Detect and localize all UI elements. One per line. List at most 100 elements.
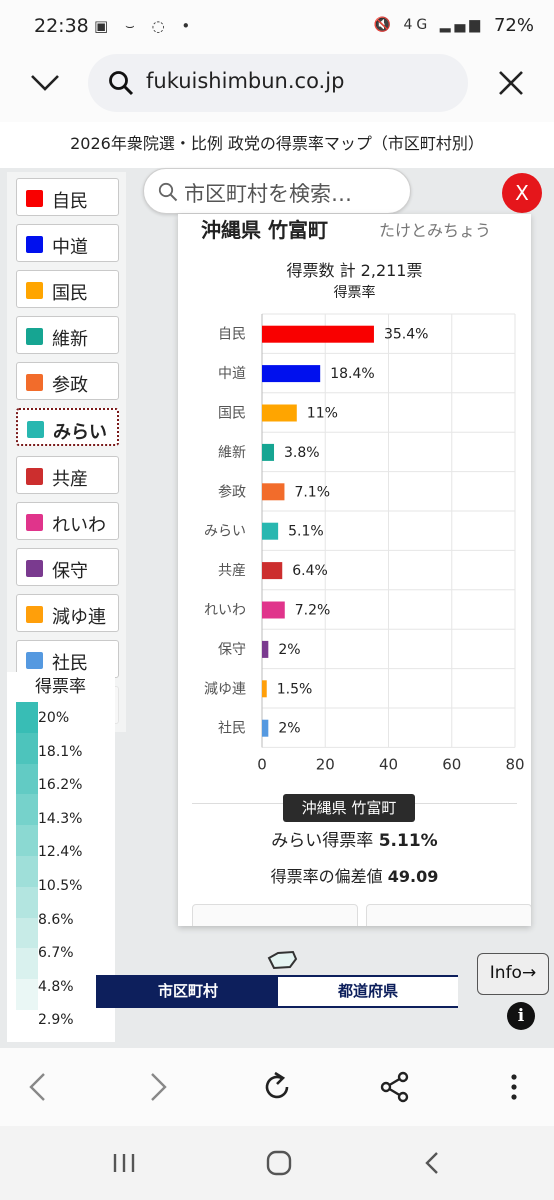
reload-icon[interactable] (260, 1070, 294, 1104)
value-label: 35.4% (384, 327, 428, 343)
party-swatch (26, 652, 43, 669)
bar (262, 404, 297, 422)
back-arrow-icon[interactable] (22, 1070, 56, 1104)
chevron-down-icon[interactable] (28, 66, 62, 100)
party-label: 共産 (52, 469, 88, 490)
toggle-prefecture[interactable]: 都道府県 (278, 977, 458, 1006)
bar (262, 365, 321, 383)
toggle-municipality[interactable]: 市区町村 (98, 977, 278, 1006)
view-toggle: 市区町村 都道府県 (96, 975, 458, 1008)
value-label: 5.1% (288, 524, 324, 540)
deviation-score: 得票率の偏差値 49.09 (178, 863, 531, 887)
bar (262, 601, 285, 619)
deviation-label: 得票率の偏差値 (270, 867, 388, 886)
x-tick-label: 0 (257, 755, 267, 773)
party-rate-label: みらい得票率 (271, 831, 379, 851)
party-label: 国民 (52, 283, 88, 304)
rate-scale-step (16, 732, 38, 764)
municipality-shape[interactable] (266, 950, 298, 970)
bar (262, 443, 275, 461)
party-label: みらい (53, 422, 107, 443)
forward-arrow-icon[interactable] (140, 1070, 174, 1104)
value-label: 3.8% (284, 445, 320, 461)
value-label: 18.4% (330, 366, 374, 382)
signal-icons: 🔇 4G ▂▄▆ (373, 17, 484, 33)
rate-scale-step (16, 825, 38, 856)
party-button[interactable]: れいわ (16, 502, 119, 540)
close-icon[interactable] (496, 68, 526, 98)
chart-subtitle: 得票率 (333, 285, 376, 301)
rate-scale-step (16, 702, 38, 733)
party-swatch (26, 236, 43, 253)
party-button[interactable]: みらい (16, 408, 119, 446)
value-label: 7.2% (295, 603, 331, 619)
place-kana: たけとみちょう (379, 221, 492, 240)
rate-tick-label: 6.7% (38, 945, 74, 962)
party-label: 減ゆ連 (52, 607, 106, 628)
party-swatch (26, 514, 43, 531)
search-icon (109, 71, 134, 96)
category-label: 共産 (218, 563, 246, 579)
info-button[interactable]: Info→ (477, 953, 549, 995)
bar (262, 522, 279, 540)
vote-total: 得票数 計 2,211票 (286, 261, 423, 280)
result-popup: 沖縄県 竹富町 たけとみちょう 得票数 計 2,211票 得票率 0 20 40 60… (178, 214, 531, 926)
home-icon[interactable] (264, 1148, 294, 1178)
party-swatch (26, 328, 43, 345)
battery-level: 72% (493, 15, 534, 36)
x-tick-label: 80 (505, 755, 524, 773)
category-label: 国民 (218, 406, 246, 422)
party-button[interactable]: 維新 (16, 316, 119, 354)
browser-toolbar: fukuishimbun.co.jp (0, 54, 554, 122)
value-label: 1.5% (277, 681, 313, 697)
value-label: 2% (278, 642, 300, 658)
rate-tick-label: 4.8% (38, 978, 74, 995)
rate-tick-label: 2.9% (38, 1012, 74, 1029)
party-swatch (26, 190, 43, 207)
party-label: 維新 (52, 329, 88, 350)
rate-tick-label: 12.4% (38, 844, 83, 861)
party-swatch (27, 421, 44, 438)
rate-scale-step (16, 763, 38, 795)
more-vert-icon[interactable] (497, 1070, 531, 1104)
rate-scale-step (16, 948, 38, 980)
bar (262, 325, 374, 343)
party-button[interactable]: 共産 (16, 456, 119, 494)
category-label: 維新 (218, 445, 246, 461)
party-label: 保守 (52, 561, 88, 582)
system-back-icon[interactable] (418, 1148, 448, 1178)
rank-card-prefecture[interactable] (366, 904, 531, 926)
share-icon[interactable] (378, 1070, 412, 1104)
party-button[interactable]: 中道 (16, 224, 119, 262)
address-text: fukuishimbun.co.jp (146, 69, 345, 93)
recent-apps-icon[interactable] (109, 1148, 139, 1178)
rate-tick-label: 14.3% (38, 810, 83, 827)
category-label: みらい (204, 524, 246, 540)
search-box[interactable]: 市区町村を検索… (143, 168, 411, 214)
party-button[interactable]: 減ゆ連 (16, 594, 119, 632)
party-rate-value: 5.11% (378, 831, 438, 851)
vote-share-chart: 0 20 40 60 80 自民 35.4% 中道 18.4% 国民 11% 維新 3.8% 参政 7.1%… (204, 313, 525, 773)
close-popup-button[interactable]: X (502, 173, 542, 213)
party-button[interactable]: 参政 (16, 362, 119, 400)
search-placeholder: 市区町村を検索… (184, 182, 352, 206)
category-label: 自民 (218, 327, 246, 343)
party-button[interactable]: 保守 (16, 548, 119, 586)
party-button[interactable]: 国民 (16, 270, 119, 308)
party-swatch (26, 468, 43, 485)
rank-card-national[interactable] (192, 904, 358, 926)
rate-tick-label: 10.5% (38, 878, 83, 894)
rate-tick-label: 16.2% (38, 777, 83, 794)
address-bar[interactable]: fukuishimbun.co.jp (88, 54, 468, 112)
rate-tick-label: 20% (38, 710, 70, 726)
bar (262, 680, 267, 698)
rate-color-scale (16, 702, 38, 1010)
clock: 22:38 (34, 15, 89, 37)
rate-tick-label: 8.6% (38, 911, 74, 928)
info-icon[interactable]: i (507, 1002, 535, 1030)
rate-tick-label: 18.1% (38, 743, 83, 760)
party-button[interactable]: 自民 (16, 178, 119, 216)
party-rate: みらい得票率 5.11% (178, 826, 531, 851)
browser-nav (0, 1048, 554, 1126)
rate-scale-step (16, 917, 38, 949)
